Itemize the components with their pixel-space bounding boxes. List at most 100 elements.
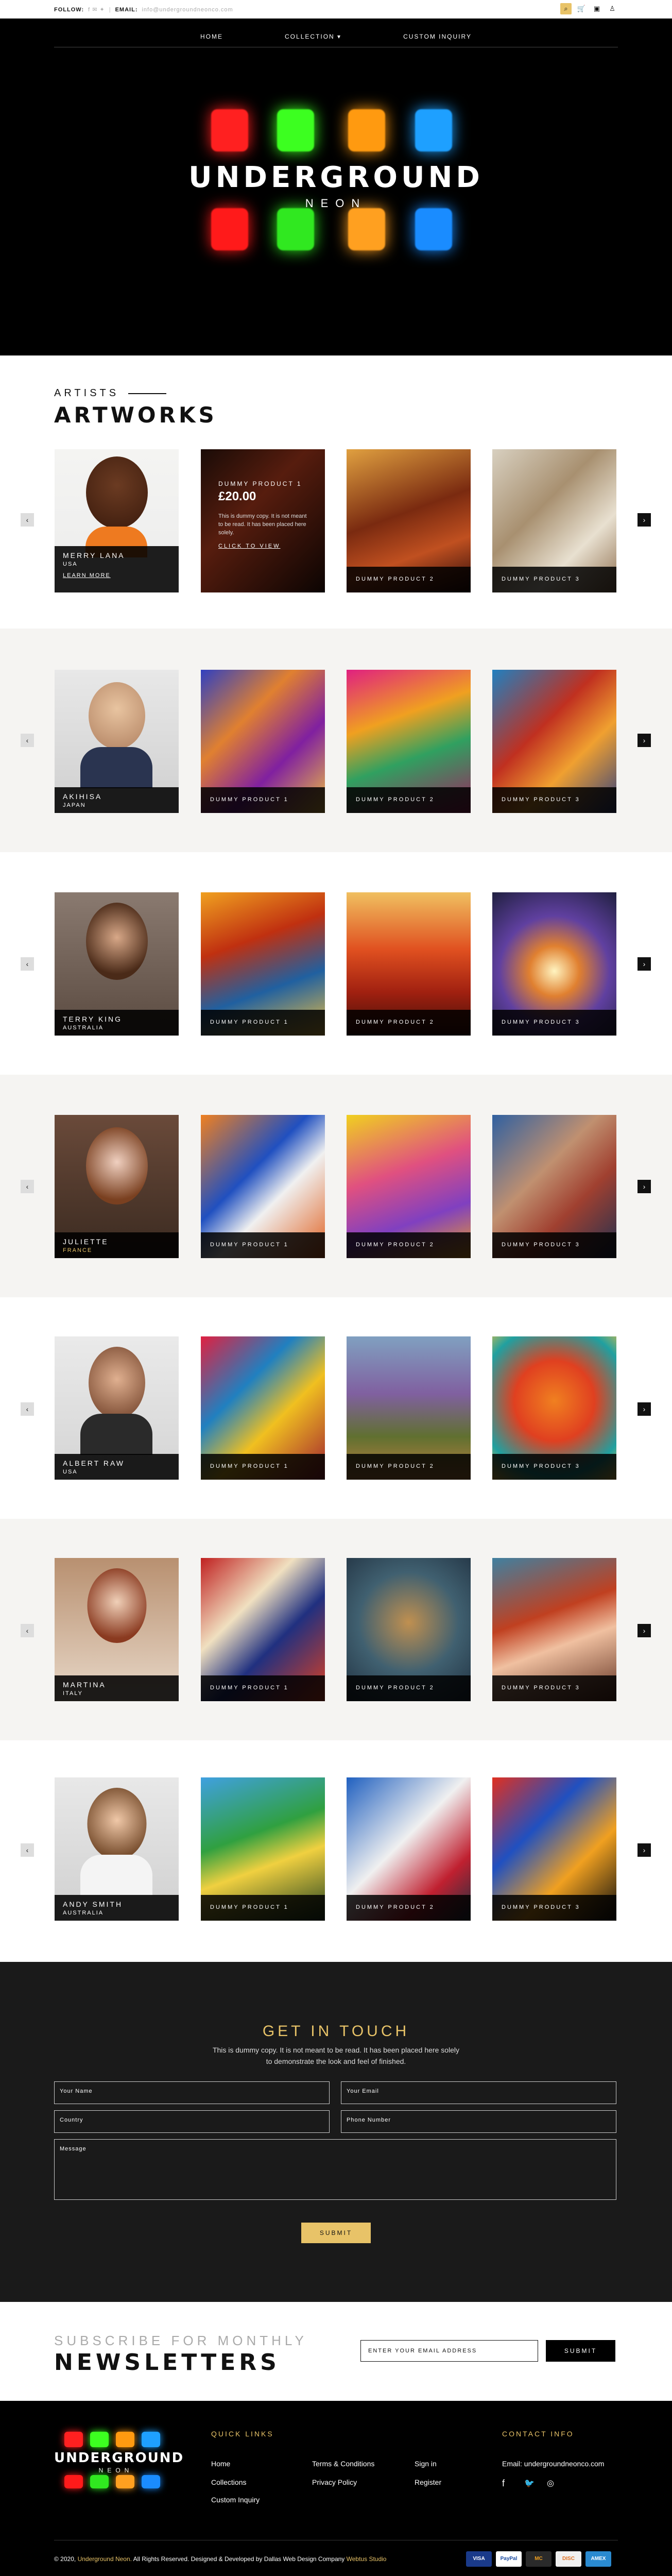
artist-shirt: [80, 1414, 152, 1455]
product-card[interactable]: DUMMY PRODUCT 2: [347, 1336, 471, 1480]
product-card[interactable]: DUMMY PRODUCT 1: [201, 670, 325, 813]
contact-info-title: CONTACT INFO: [502, 2430, 574, 2438]
contact-submit-button[interactable]: SUBMIT: [301, 2223, 371, 2243]
name-field[interactable]: Your Name: [54, 2081, 330, 2104]
artist-card[interactable]: JULIETTE FRANCE: [55, 1115, 179, 1258]
featured-product-card[interactable]: DUMMY PRODUCT 1 £20.00 This is dummy cop…: [201, 449, 325, 592]
artist-caption: ANDY SMITH AUSTRALIA: [55, 1895, 179, 1921]
prev-arrow[interactable]: ‹: [21, 957, 34, 971]
instagram-icon[interactable]: ◎: [547, 2478, 554, 2488]
next-arrow[interactable]: ›: [637, 1180, 651, 1193]
artist-card[interactable]: MARTINA ITALY: [55, 1558, 179, 1701]
search-icon[interactable]: ⌕: [560, 3, 572, 14]
artist-photo: [85, 903, 148, 980]
product-card[interactable]: DUMMY PRODUCT 1: [201, 1336, 325, 1480]
footer-email[interactable]: Email: undergroundneonco.com: [502, 2460, 604, 2468]
footer-link-register[interactable]: Register: [415, 2478, 441, 2486]
product-card[interactable]: DUMMY PRODUCT 2: [347, 892, 471, 1036]
user-icon[interactable]: ♙: [607, 3, 618, 14]
footer-link-privacy[interactable]: Privacy Policy: [312, 2478, 357, 2486]
footer-link-home[interactable]: Home: [211, 2460, 230, 2468]
prev-arrow[interactable]: ‹: [21, 513, 34, 527]
page: { "topbar":{"follow_label":"FOLLOW:","so…: [0, 0, 672, 2576]
next-arrow[interactable]: ›: [637, 734, 651, 747]
hero-title: UNDERGROUND: [188, 161, 484, 194]
featured-overlay: DUMMY PRODUCT 1 £20.00 This is dummy cop…: [201, 449, 325, 592]
phone-field[interactable]: Phone Number: [341, 2110, 616, 2133]
next-arrow[interactable]: ›: [637, 513, 651, 527]
country-field[interactable]: Country: [54, 2110, 330, 2133]
top-bar-icons: ⌕ 🛒 ▣ ♙: [560, 3, 618, 14]
learn-more-link[interactable]: LEARN MORE: [63, 572, 170, 579]
product-card[interactable]: DUMMY PRODUCT 3: [492, 449, 616, 592]
artist-row: ‹ ALBERT RAW USA DUMMY PRODUCT 1 DUMMY P…: [0, 1297, 672, 1519]
cart-icon[interactable]: 🛒: [576, 3, 587, 14]
nav-home[interactable]: HOME: [200, 33, 223, 40]
product-card[interactable]: DUMMY PRODUCT 2: [347, 1115, 471, 1258]
next-arrow[interactable]: ›: [637, 957, 651, 971]
neon-glow: [211, 208, 248, 250]
prev-arrow[interactable]: ‹: [21, 1843, 34, 1857]
footer: UNDERGROUND NEON QUICK LINKS Home Collec…: [0, 2401, 672, 2576]
next-arrow[interactable]: ›: [637, 1402, 651, 1416]
artist-row: ‹ JULIETTE FRANCE DUMMY PRODUCT 1 DUMMY …: [0, 1075, 672, 1297]
footer-link-terms[interactable]: Terms & Conditions: [312, 2460, 374, 2468]
next-arrow[interactable]: ›: [637, 1843, 651, 1857]
mastercard-icon: MC: [526, 2551, 552, 2567]
nav-collection[interactable]: COLLECTION ▾: [285, 33, 341, 40]
email-link[interactable]: info@undergroundneonco.com: [142, 7, 233, 13]
neon-glow: [90, 2475, 109, 2488]
newsletter-email-input[interactable]: ENTER YOUR EMAIL ADDRESS: [360, 2340, 538, 2362]
artist-card[interactable]: AKIHISA JAPAN: [55, 670, 179, 813]
click-to-view-link[interactable]: CLICK TO VIEW: [218, 543, 307, 549]
artist-photo: [87, 1788, 146, 1860]
bag-icon[interactable]: ▣: [591, 3, 602, 14]
product-card[interactable]: DUMMY PRODUCT 3: [492, 892, 616, 1036]
product-card[interactable]: DUMMY PRODUCT 1: [201, 1558, 325, 1701]
product-card[interactable]: DUMMY PRODUCT 1: [201, 892, 325, 1036]
product-card[interactable]: DUMMY PRODUCT 3: [492, 1558, 616, 1701]
product-card[interactable]: DUMMY PRODUCT 3: [492, 1336, 616, 1480]
prev-arrow[interactable]: ‹: [21, 1402, 34, 1416]
social-icons[interactable]: f ✉ ✦: [88, 6, 105, 13]
footer-link-custom-inquiry[interactable]: Custom Inquiry: [211, 2496, 260, 2504]
newsletter-section: SUBSCRIBE FOR MONTHLY NEWSLETTERS ENTER …: [0, 2302, 672, 2401]
neon-glow: [348, 109, 385, 151]
contact-title: GET IN TOUCH: [262, 2023, 410, 2040]
product-card[interactable]: DUMMY PRODUCT 2: [347, 1777, 471, 1921]
newsletter-submit-button[interactable]: SUBMIT: [546, 2340, 615, 2362]
artist-row: ‹ AKIHISA JAPAN DUMMY PRODUCT 1 DUMMY PR…: [0, 629, 672, 852]
artist-card[interactable]: MERRY LANA USA LEARN MORE: [55, 449, 179, 592]
divider: |: [109, 6, 111, 13]
footer-link-sign-in[interactable]: Sign in: [415, 2460, 437, 2468]
product-card[interactable]: DUMMY PRODUCT 3: [492, 1777, 616, 1921]
footer-link-collections[interactable]: Collections: [211, 2478, 246, 2486]
copyright: © 2020, Underground Neon. All Rights Res…: [54, 2555, 387, 2563]
email-field[interactable]: Your Email: [341, 2081, 616, 2104]
product-card[interactable]: DUMMY PRODUCT 1: [201, 1115, 325, 1258]
heading-rule: [128, 393, 167, 394]
artist-row: ‹ ANDY SMITH AUSTRALIA DUMMY PRODUCT 1 D…: [0, 1740, 672, 1962]
prev-arrow[interactable]: ‹: [21, 1180, 34, 1193]
footer-logo[interactable]: UNDERGROUND NEON: [54, 2432, 183, 2488]
product-card[interactable]: DUMMY PRODUCT 1: [201, 1777, 325, 1921]
product-card[interactable]: DUMMY PRODUCT 2: [347, 670, 471, 813]
neon-glow: [277, 208, 314, 250]
prev-arrow[interactable]: ‹: [21, 734, 34, 747]
product-card[interactable]: DUMMY PRODUCT 2: [347, 449, 471, 592]
facebook-icon[interactable]: f: [502, 2478, 505, 2489]
product-card[interactable]: DUMMY PRODUCT 2: [347, 1558, 471, 1701]
nav-custom-inquiry[interactable]: CUSTOM INQUIRY: [403, 33, 472, 40]
amex-icon: AMEX: [585, 2551, 611, 2567]
artist-card[interactable]: ALBERT RAW USA: [55, 1336, 179, 1480]
prev-arrow[interactable]: ‹: [21, 1624, 34, 1637]
artist-card[interactable]: ANDY SMITH AUSTRALIA: [55, 1777, 179, 1921]
next-arrow[interactable]: ›: [637, 1624, 651, 1637]
product-card[interactable]: DUMMY PRODUCT 3: [492, 670, 616, 813]
footer-logo-sub: NEON: [98, 2467, 133, 2474]
product-card[interactable]: DUMMY PRODUCT 3: [492, 1115, 616, 1258]
artist-card[interactable]: TERRY KING AUSTRALIA: [55, 892, 179, 1036]
message-field[interactable]: Message: [54, 2139, 616, 2200]
artist-photo: [88, 1347, 145, 1419]
twitter-icon[interactable]: 🐦: [524, 2478, 535, 2488]
